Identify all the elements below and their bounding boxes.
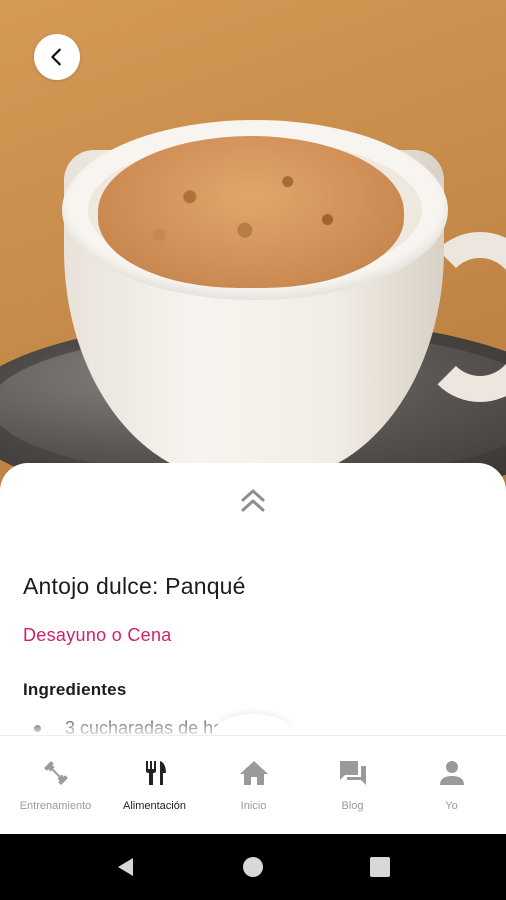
home-icon	[239, 758, 269, 788]
chevron-left-icon	[51, 48, 61, 66]
system-navigation-bar	[0, 834, 506, 900]
nav-item-yo[interactable]: Yo	[401, 736, 502, 834]
bullet	[34, 725, 41, 732]
home-circle-icon[interactable]	[242, 856, 264, 878]
nav-label: Yo	[445, 800, 458, 812]
recipe-category: Desayuno o Cena	[23, 625, 172, 645]
nav-item-alimentacion[interactable]: Alimentación	[104, 736, 205, 834]
fork-knife-icon	[140, 758, 170, 788]
bottom-navigation: Entrenamiento Alimentación Inicio Blog Y…	[0, 735, 506, 834]
nav-item-entrenamiento[interactable]: Entrenamiento	[5, 736, 106, 834]
nav-item-blog[interactable]: Blog	[302, 736, 403, 834]
nav-label: Inicio	[240, 800, 267, 812]
ingredients-heading: Ingredientes	[23, 680, 127, 699]
nav-label: Blog	[341, 800, 364, 812]
nav-label: Alimentación	[123, 800, 186, 812]
chat-bubbles-icon	[338, 758, 368, 788]
recipe-title: Antojo dulce: Panqué	[23, 573, 246, 599]
recents-square-icon[interactable]	[369, 856, 391, 878]
person-icon	[437, 758, 467, 788]
dumbbell-icon	[41, 758, 71, 788]
nav-item-inicio[interactable]: Inicio	[203, 736, 304, 834]
double-chevron-up-icon[interactable]	[237, 487, 269, 515]
nav-label: Entrenamiento	[19, 800, 92, 812]
recipe-photo	[0, 0, 506, 500]
back-triangle-icon[interactable]	[115, 856, 137, 878]
back-button[interactable]	[34, 34, 80, 80]
mug-cake	[98, 136, 404, 288]
recipe-detail-screen: Antojo dulce: Panqué Desayuno o Cena Ing…	[0, 0, 506, 834]
